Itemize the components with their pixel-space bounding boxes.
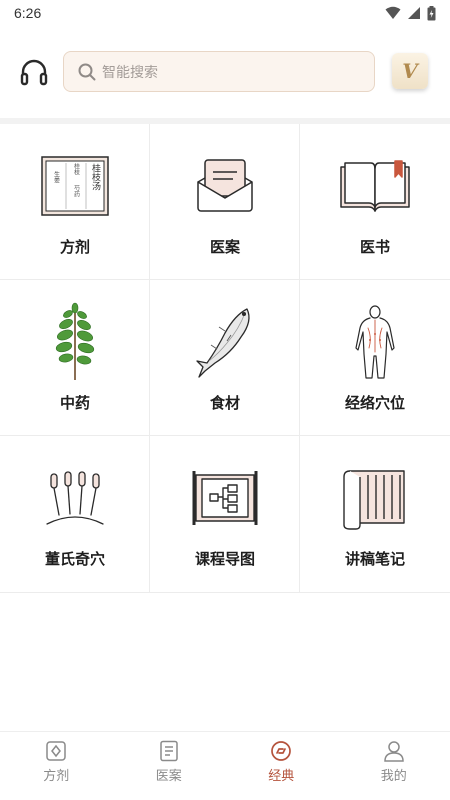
- grid-item-label: 经络穴位: [344, 394, 405, 412]
- nav-tab-fangji[interactable]: 方剂: [0, 732, 113, 800]
- grid-item-jianggao[interactable]: 讲稿笔记: [300, 436, 450, 593]
- grid-item-label: 中药: [59, 394, 90, 412]
- nav-label: 经典: [268, 769, 295, 784]
- grid-item-label: 医案: [209, 238, 240, 256]
- grid-item-label: 医书: [359, 238, 390, 256]
- vip-button[interactable]: V: [392, 53, 428, 89]
- svg-text:桂枝: 桂枝: [73, 162, 80, 176]
- grid-item-label: 课程导图: [194, 550, 255, 568]
- nav-tab-wode[interactable]: 我的: [338, 732, 450, 800]
- user-tab-icon: [383, 741, 404, 762]
- wifi-icon: [385, 6, 401, 19]
- grid-item-dongshi[interactable]: 董氏奇穴: [0, 436, 150, 593]
- grid-item-yishu[interactable]: 医书: [300, 124, 450, 280]
- signal-icon: [408, 7, 420, 19]
- nav-label: 医案: [155, 769, 182, 784]
- open-book-icon: [300, 146, 450, 226]
- status-time: 6:26: [14, 5, 42, 21]
- nav-label: 方剂: [43, 769, 70, 784]
- bamboo-scroll-icon: [300, 458, 450, 538]
- grid-item-yian[interactable]: 医案: [150, 124, 300, 280]
- audio-button[interactable]: [18, 56, 50, 88]
- grid-item-label: 食材: [209, 394, 240, 412]
- prescription-icon: 桂枝汤 桂枝 芍药 生姜: [0, 146, 150, 226]
- bottom-nav: 方剂 医案 经典 我的: [0, 731, 450, 800]
- classics-tab-icon: [271, 741, 292, 761]
- acupuncture-needles-icon: [0, 458, 150, 538]
- grid-item-kecheng[interactable]: 课程导图: [150, 436, 300, 593]
- grid-item-label: 讲稿笔记: [344, 550, 405, 568]
- grid-item-shicai[interactable]: 食材: [150, 280, 300, 436]
- vip-icon: V: [402, 59, 418, 83]
- grid-item-fangji[interactable]: 桂枝汤 桂枝 芍药 生姜 方剂: [0, 124, 150, 280]
- prescription-tab-icon: [46, 741, 66, 761]
- herb-leaves-icon: [0, 302, 150, 382]
- meridian-body-icon: [300, 302, 450, 382]
- search-icon: [78, 63, 96, 80]
- svg-text:桂枝汤: 桂枝汤: [90, 162, 101, 191]
- search-input[interactable]: 智能搜索: [63, 51, 375, 92]
- grid-item-jingluo[interactable]: 经络穴位: [300, 280, 450, 436]
- grid-item-label: 方剂: [59, 238, 90, 256]
- header: 智能搜索 V: [0, 44, 450, 100]
- nav-tab-jingdian[interactable]: 经典: [225, 732, 338, 800]
- mindmap-scroll-icon: [150, 458, 300, 538]
- battery-icon: [427, 5, 436, 20]
- nav-label: 我的: [380, 769, 407, 784]
- category-grid: 桂枝汤 桂枝 芍药 生姜 方剂 医案 医书 中药 食材 经络穴位 董氏奇穴 课程…: [0, 124, 450, 593]
- svg-text:芍药: 芍药: [73, 184, 80, 198]
- svg-text:生姜: 生姜: [53, 170, 60, 183]
- status-icons: [385, 5, 436, 21]
- headphone-icon: [20, 59, 48, 86]
- nav-tab-yian[interactable]: 医案: [113, 732, 226, 800]
- fish-icon: [150, 302, 300, 382]
- grid-item-zhongyao[interactable]: 中药: [0, 280, 150, 436]
- status-bar: 6:26: [0, 0, 450, 26]
- grid-item-label: 董氏奇穴: [44, 550, 105, 568]
- envelope-icon: [150, 146, 300, 226]
- search-placeholder: 智能搜索: [102, 64, 158, 81]
- document-tab-icon: [160, 740, 178, 762]
